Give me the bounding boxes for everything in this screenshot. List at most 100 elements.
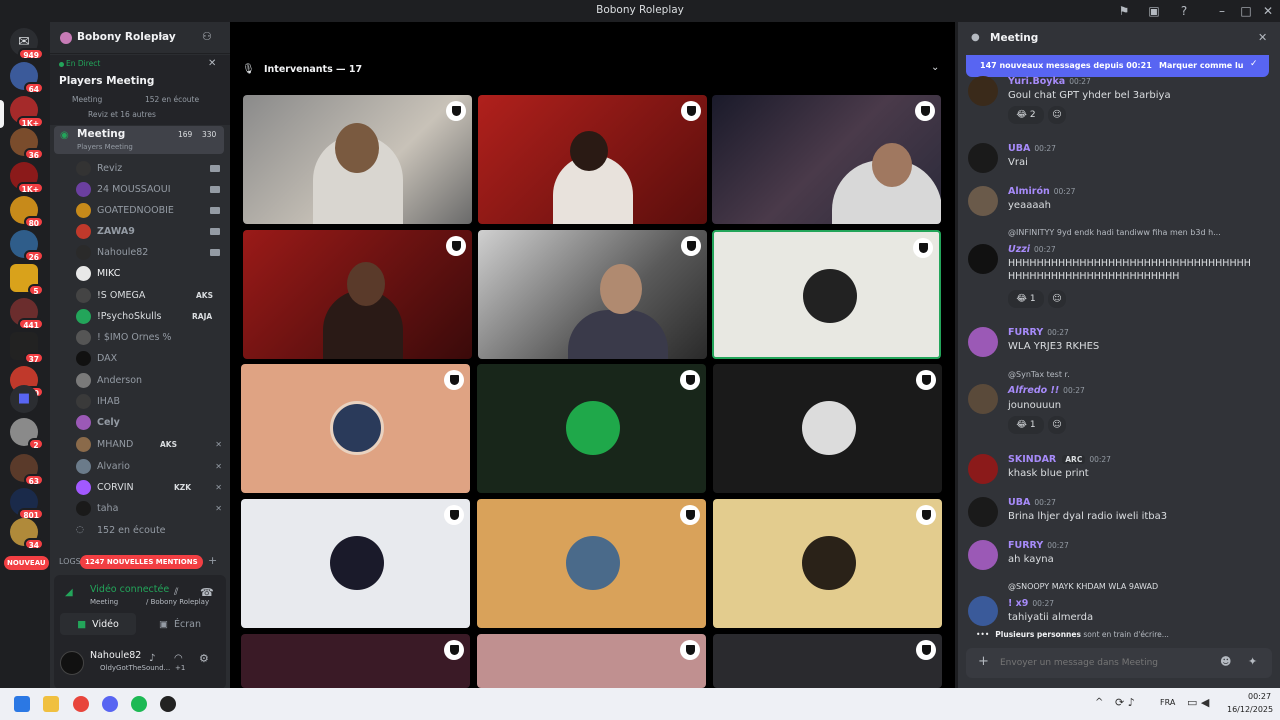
shield-icon[interactable] — [444, 640, 464, 660]
video-tile[interactable] — [477, 499, 706, 628]
voice-member[interactable]: Nahoule82 — [76, 242, 226, 262]
shield-icon[interactable] — [681, 101, 701, 121]
video-tile[interactable] — [713, 634, 942, 688]
file-explorer-icon[interactable] — [43, 696, 59, 712]
reaction-button[interactable]: 😂 1 — [1008, 290, 1044, 308]
shield-icon[interactable] — [680, 505, 700, 525]
logs-category[interactable]: LOGS — [59, 557, 81, 566]
server-icon[interactable]: 2 — [10, 418, 44, 450]
video-tile[interactable] — [478, 95, 707, 224]
inbox-icon[interactable]: ⚑ — [1116, 3, 1132, 19]
clock-time[interactable]: 00:27 — [1248, 692, 1271, 701]
voice-member[interactable]: IHAB — [76, 391, 226, 411]
shield-icon[interactable] — [446, 236, 466, 256]
video-tile[interactable] — [478, 230, 707, 359]
server-icon[interactable]: 63 — [10, 454, 44, 486]
shield-icon[interactable] — [915, 101, 935, 121]
close-chat-icon[interactable]: ✕ — [1258, 31, 1267, 44]
shield-icon[interactable] — [444, 370, 464, 390]
video-tile[interactable] — [243, 95, 472, 224]
server-icon[interactable]: 34 — [10, 518, 44, 550]
server-icon[interactable]: 36 — [10, 128, 44, 160]
screen-share-button[interactable]: ▣ Écran — [140, 613, 220, 635]
minimize-icon[interactable]: – — [1214, 3, 1230, 19]
voice-member[interactable]: Cely — [76, 412, 226, 432]
server-icon[interactable]: 37 — [10, 332, 44, 364]
clock-date[interactable]: 16/12/2025 — [1227, 705, 1273, 714]
server-header[interactable]: Bobony Roleplay ⌄ ⚇ — [50, 22, 230, 54]
voice-channel-meeting[interactable]: ◉ Meeting 169 330 Players Meeting — [54, 126, 224, 154]
chrome-icon[interactable] — [73, 696, 89, 712]
language-indicator[interactable]: FRA — [1160, 698, 1175, 707]
voice-member[interactable]: 24 MOUSSAOUI — [76, 179, 226, 199]
avatar[interactable] — [60, 651, 84, 675]
server-icon[interactable]: 1K+ — [10, 162, 44, 194]
mark-read-button[interactable]: Marquer comme lu — [1159, 61, 1243, 70]
video-button[interactable]: ■ Vidéo — [60, 613, 136, 635]
settings-gear-icon[interactable]: ⚙ — [199, 652, 209, 665]
emoji-icon[interactable]: ☻ — [1220, 655, 1231, 668]
headset-icon[interactable]: ◠ — [174, 653, 183, 664]
video-tile[interactable] — [241, 499, 470, 628]
discord-icon[interactable] — [102, 696, 118, 712]
close-event-icon[interactable]: ✕ — [208, 58, 216, 69]
shield-icon[interactable] — [444, 505, 464, 525]
noise-suppression-icon[interactable]: ⫽ — [174, 587, 178, 598]
collapse-chevron-icon[interactable]: ⌄ — [931, 62, 939, 73]
shield-icon[interactable] — [680, 370, 700, 390]
voice-member[interactable]: ZAWA9 — [76, 221, 226, 241]
user-name[interactable]: Nahoule82 — [90, 650, 141, 661]
network-volume-icons[interactable]: ▭ ◀ — [1187, 696, 1209, 709]
spotify-icon[interactable] — [131, 696, 147, 712]
voice-member[interactable]: Reviz — [76, 158, 226, 178]
voice-member[interactable]: DAX — [76, 348, 226, 368]
event-card[interactable]: En Direct ✕ Players Meeting Meeting 152 … — [50, 55, 230, 125]
voice-member[interactable]: !S OMEGA AKS — [76, 285, 226, 305]
video-tile[interactable] — [477, 364, 706, 493]
server-icon[interactable]: 5 — [10, 264, 44, 296]
mentions-badge[interactable]: 1247 NOUVELLES MENTIONS — [80, 555, 203, 569]
video-tile[interactable] — [712, 230, 941, 359]
server-icon[interactable]: 441 — [10, 298, 44, 330]
voice-member[interactable]: Anderson — [76, 370, 226, 390]
video-tile[interactable] — [241, 634, 470, 688]
new-badge[interactable]: NOUVEAU — [4, 556, 49, 570]
app-icon[interactable] — [160, 696, 176, 712]
shield-icon[interactable] — [916, 640, 936, 660]
reply-preview[interactable]: @SNOOPY MAYK KHDAM WLA 9AWAD — [1008, 582, 1263, 591]
server-icon[interactable]: 64 — [10, 62, 44, 94]
screen-share-icon[interactable]: ▣ — [1146, 3, 1162, 19]
voice-member[interactable]: ! $IMO Ornes % — [76, 327, 226, 347]
folder-icon[interactable]: ■ — [10, 385, 38, 413]
voice-member[interactable]: CORVIN KZK ✕ — [76, 477, 226, 497]
add-member-icon[interactable]: ⚇ — [202, 30, 212, 43]
add-reaction-icon[interactable]: ☺ — [1048, 106, 1066, 124]
direct-messages-button[interactable]: ✉ 949 — [10, 28, 44, 60]
voice-member[interactable]: Alvario ✕ — [76, 456, 226, 476]
add-channel-icon[interactable]: + — [208, 554, 217, 567]
reply-preview[interactable]: @INFINITYY 9yd endk hadi tandiww fiha me… — [1008, 228, 1263, 237]
message-input[interactable] — [1000, 653, 1210, 673]
reaction-button[interactable]: 😂 2 — [1008, 106, 1044, 124]
video-tile[interactable] — [241, 364, 470, 493]
server-icon[interactable]: 801 — [10, 488, 44, 520]
shield-icon[interactable] — [681, 236, 701, 256]
reply-preview[interactable]: @SynTax test r. — [1008, 370, 1263, 379]
shield-icon[interactable] — [916, 505, 936, 525]
add-reaction-icon[interactable]: ☺ — [1048, 290, 1066, 308]
voice-member[interactable]: MHAND AKS ✕ — [76, 434, 226, 454]
tray-chevron-icon[interactable]: ^ — [1095, 697, 1103, 708]
new-messages-banner[interactable]: 147 nouveaux messages depuis 00:21 Marqu… — [966, 55, 1269, 77]
server-icon[interactable]: 1K+ — [10, 96, 44, 128]
voice-member[interactable]: GOATEDNOOBIE — [76, 200, 226, 220]
add-attachment-icon[interactable]: + — [978, 654, 989, 669]
shield-icon[interactable] — [680, 640, 700, 660]
video-tile[interactable] — [243, 230, 472, 359]
tray-icons[interactable]: ⟳ ♪ — [1115, 696, 1135, 709]
server-icon[interactable]: 26 — [10, 230, 44, 262]
listening-row[interactable]: ◌ 152 en écoute — [76, 520, 226, 540]
close-window-icon[interactable]: ✕ — [1260, 3, 1276, 19]
help-icon[interactable]: ? — [1176, 3, 1192, 19]
voice-member[interactable]: !PsychoSkulls RAJA — [76, 306, 226, 326]
add-reaction-icon[interactable]: ☺ — [1048, 416, 1066, 434]
